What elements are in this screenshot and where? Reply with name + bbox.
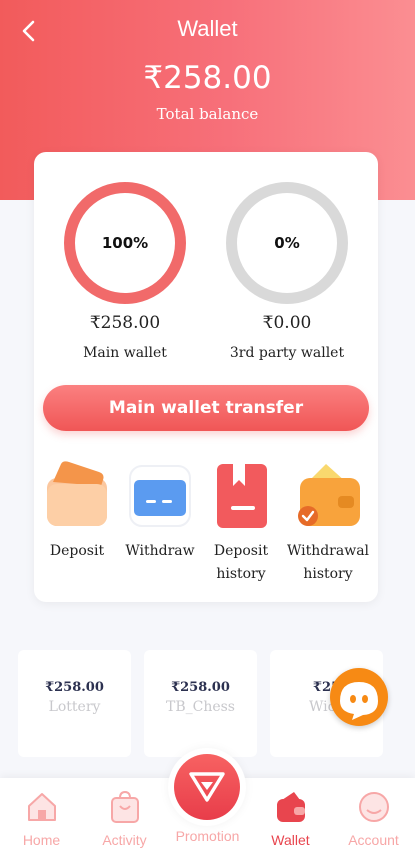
tab-promotion-label: Promotion <box>175 828 240 844</box>
game-wallet-card[interactable]: ₹258.00 Lottery <box>18 650 131 757</box>
withdrawal-history-icon <box>294 460 362 528</box>
tab-wallet-label: Wallet <box>271 832 310 848</box>
withdrawal-history-action[interactable]: Withdrawal history <box>285 460 371 586</box>
account-icon <box>358 792 389 822</box>
customer-service-chat-button[interactable] <box>330 668 388 726</box>
withdrawal-history-label: Withdrawal history <box>286 543 370 582</box>
tab-account[interactable]: Account <box>332 778 415 849</box>
deposit-history-action[interactable]: Deposit history <box>198 460 284 586</box>
tab-home-label: Home <box>22 832 61 848</box>
chat-bot-icon <box>340 682 378 720</box>
deposit-history-label: Deposit history <box>213 543 269 582</box>
withdraw-icon <box>126 460 194 528</box>
home-icon <box>27 793 56 821</box>
game-wallet-amount: ₹258.00 <box>45 680 104 695</box>
deposit-label: Deposit <box>49 543 105 559</box>
withdraw-label: Withdraw <box>125 543 195 559</box>
total-balance-label: Total balance <box>156 105 259 123</box>
deposit-icon <box>43 460 111 528</box>
tab-home[interactable]: Home <box>0 778 83 849</box>
third-party-wallet-amount: ₹0.00 <box>262 313 312 333</box>
wallet-card: 100% 0% ₹258.00 Main wallet ₹0.00 3rd pa… <box>34 152 378 602</box>
main-wallet-label: Main wallet <box>83 345 167 361</box>
third-party-wallet-label: 3rd party wallet <box>229 345 345 361</box>
page-title: Wallet <box>177 16 238 41</box>
wallet-icon <box>276 792 305 822</box>
withdraw-action[interactable]: Withdraw <box>117 460 203 563</box>
promotion-button[interactable] <box>168 748 246 826</box>
deposit-history-icon <box>207 460 275 528</box>
diamond-icon <box>189 772 225 802</box>
third-party-wallet-ring: 0% <box>226 182 348 304</box>
game-wallet-card[interactable]: ₹258.00 TB_Chess <box>144 650 257 757</box>
activity-icon <box>110 790 139 823</box>
tab-activity[interactable]: Activity <box>83 778 166 849</box>
main-wallet-ring: 100% <box>64 182 186 304</box>
game-wallet-name: Lottery <box>48 699 101 715</box>
main-wallet-percent: 100% <box>101 234 149 252</box>
game-wallet-amount: ₹258.00 <box>171 680 230 695</box>
game-wallet-name: TB_Chess <box>165 699 235 715</box>
tab-wallet[interactable]: Wallet <box>249 778 332 849</box>
deposit-action[interactable]: Deposit <box>34 460 120 563</box>
main-wallet-amount: ₹258.00 <box>89 313 161 333</box>
total-balance-amount: ₹258.00 <box>143 60 272 96</box>
third-party-wallet-percent: 0% <box>274 234 300 252</box>
tab-account-label: Account <box>348 832 399 848</box>
main-wallet-transfer-button[interactable]: Main wallet transfer <box>43 385 369 431</box>
tab-activity-label: Activity <box>102 832 147 848</box>
